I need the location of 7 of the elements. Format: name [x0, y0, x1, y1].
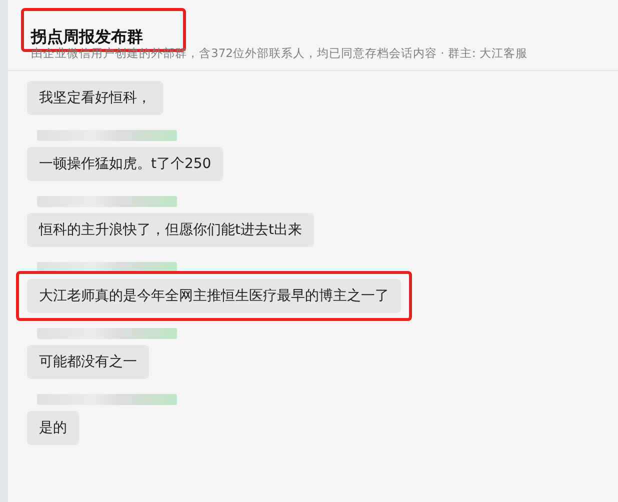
message-bubble: 恒科的主升浪快了，但愿你们能t进去t出来 [27, 213, 314, 247]
message-bubble: 我坚定看好恒科， [27, 81, 163, 115]
message-bubble: 一顿操作猛如虎。t了个250 [27, 147, 224, 181]
group-title: 拐点周报发布群 [31, 27, 144, 47]
message-bubble: 大江老师真的是今年全网主推恒生医疗最早的博主之一了 [27, 279, 401, 313]
message-bubble: 是的 [27, 411, 79, 445]
message-bubble: 可能都没有之一 [27, 345, 149, 379]
